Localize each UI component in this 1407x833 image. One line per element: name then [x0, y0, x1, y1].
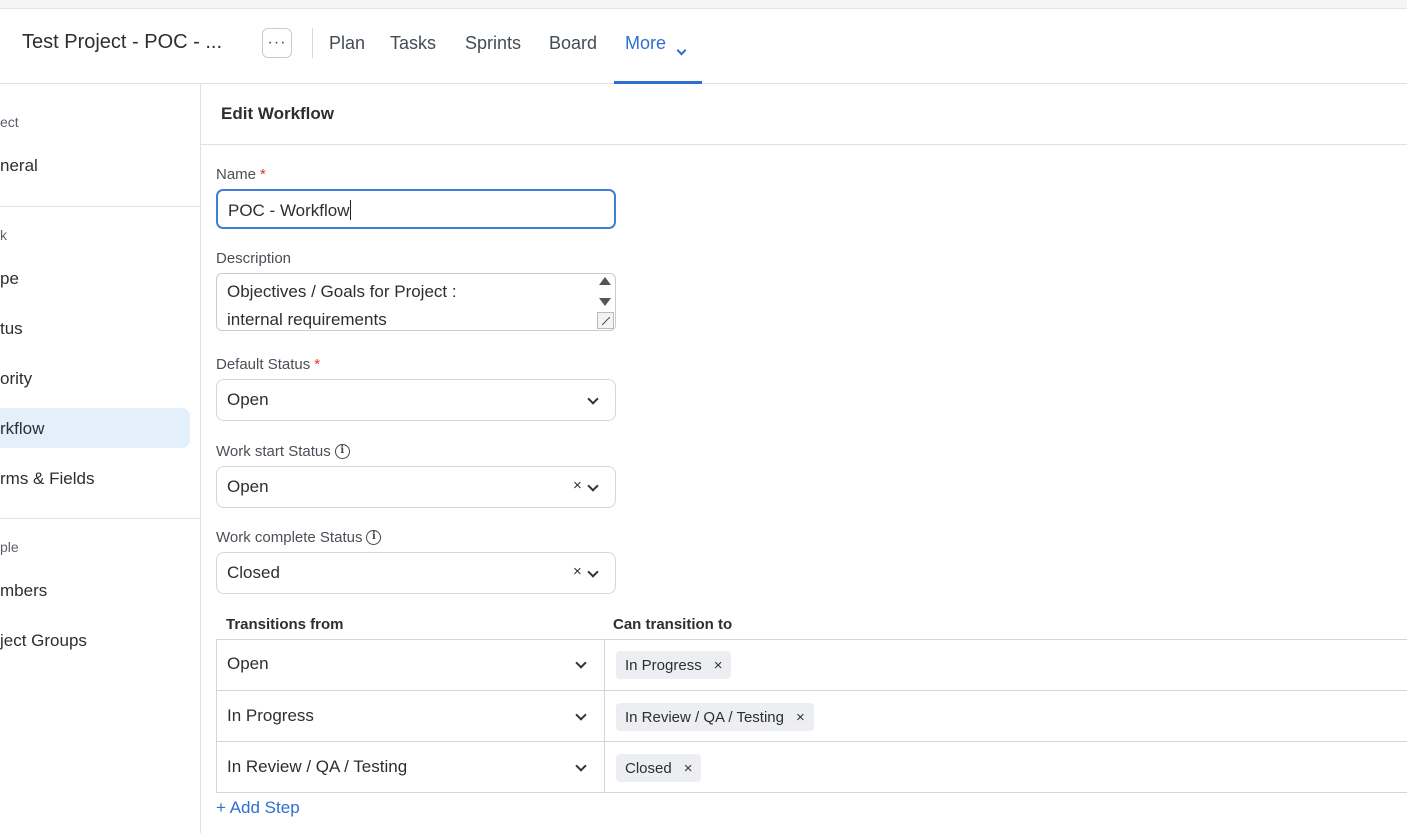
text-caret [349, 200, 351, 220]
work-complete-status-label-text: Work complete Status [216, 529, 363, 546]
work-start-status-value: Open [227, 477, 269, 496]
work-complete-status-label: Work complete Status i [216, 529, 382, 546]
sidebar-divider [0, 206, 201, 207]
sidebar-item-project-groups[interactable]: ject Groups [0, 631, 87, 651]
tag-label: Closed [625, 759, 672, 777]
remove-tag-icon[interactable]: × [796, 709, 805, 726]
active-tab-indicator [614, 81, 702, 84]
nav-tab-more-label: More [625, 33, 667, 53]
description-line: Objectives / Goals for Project : [227, 282, 457, 301]
description-textarea[interactable]: Objectives / Goals for Project : interna… [216, 273, 616, 331]
required-marker: * [314, 356, 321, 373]
nav-tab-more[interactable]: More [625, 33, 666, 54]
project-options-button[interactable]: ··· [262, 28, 292, 58]
transition-from-select[interactable]: In Progress [227, 706, 314, 726]
tag-label: In Review / QA / Testing [625, 708, 784, 726]
clear-icon[interactable]: × [573, 563, 582, 580]
default-status-select[interactable]: Open [216, 379, 616, 421]
transition-to-tag: In Review / QA / Testing × [616, 703, 814, 731]
sidebar-section-project: ect [0, 114, 19, 130]
sidebar-section-task: k [0, 227, 7, 243]
work-complete-status-select[interactable]: Closed [216, 552, 616, 594]
transition-from-select[interactable]: Open [227, 654, 269, 674]
settings-sidebar: ect neral k pe tus ority rkflow rms & Fi… [0, 84, 201, 833]
work-complete-status-value: Closed [227, 563, 280, 582]
nav-tab-sprints[interactable]: Sprints [465, 33, 521, 54]
page-title: Edit Workflow [221, 104, 335, 123]
scroll-down-arrow-icon[interactable] [599, 298, 611, 306]
project-header: Test Project - POC - ... ··· Plan Tasks … [0, 9, 1407, 84]
sidebar-item-forms-fields[interactable]: rms & Fields [0, 469, 94, 489]
work-start-status-label-text: Work start Status [216, 443, 331, 460]
sidebar-divider [0, 518, 201, 519]
sidebar-item-status[interactable]: tus [0, 319, 23, 339]
add-step-button[interactable]: + Add Step [216, 798, 300, 818]
default-status-value: Open [227, 390, 269, 409]
info-icon[interactable]: i [366, 530, 382, 545]
name-input-value: POC - Workflow [228, 201, 350, 220]
name-label: Name * [216, 166, 266, 183]
clear-icon[interactable]: × [573, 477, 582, 494]
project-title[interactable]: Test Project - POC - ... [22, 31, 222, 54]
transitions-from-header: Transitions from [226, 616, 344, 633]
title-divider [201, 144, 1407, 145]
can-transition-to-header: Can transition to [613, 616, 733, 633]
remove-tag-icon[interactable]: × [714, 657, 723, 674]
default-status-label: Default Status * [216, 356, 320, 373]
table-column-divider [604, 639, 605, 793]
sidebar-item-members[interactable]: mbers [0, 581, 47, 601]
sidebar-item-type[interactable]: pe [0, 269, 19, 289]
sidebar-item-priority[interactable]: ority [0, 369, 32, 389]
transition-from-select[interactable]: In Review / QA / Testing [227, 757, 407, 777]
sidebar-item-general[interactable]: neral [0, 156, 38, 176]
sidebar-item-workflow[interactable]: rkflow [0, 419, 44, 439]
description-label: Description [216, 250, 292, 267]
transition-to-tag: In Progress × [616, 651, 732, 679]
description-line: internal requirements [227, 310, 387, 329]
chevron-down-icon [676, 45, 687, 56]
nav-tab-tasks[interactable]: Tasks [390, 33, 436, 54]
nav-tab-board[interactable]: Board [549, 33, 597, 54]
required-marker: * [260, 166, 266, 183]
browser-top-strip [0, 0, 1407, 9]
table-row-divider [216, 792, 1407, 793]
info-icon[interactable]: i [334, 444, 350, 459]
tag-label: In Progress [625, 656, 702, 674]
default-status-label-text: Default Status [216, 356, 311, 373]
sidebar-section-people: ple [0, 539, 19, 555]
table-row-divider [216, 690, 1407, 691]
name-input[interactable]: POC - Workflow [216, 189, 616, 229]
ellipsis-icon: ··· [267, 34, 287, 51]
table-row-divider [216, 741, 1407, 742]
name-label-text: Name [216, 166, 257, 183]
transition-to-tag: Closed × [616, 754, 702, 782]
resize-handle-icon[interactable] [597, 312, 614, 329]
work-start-status-label: Work start Status i [216, 443, 350, 460]
scroll-up-arrow-icon[interactable] [599, 277, 611, 285]
remove-tag-icon[interactable]: × [684, 760, 693, 777]
header-divider [312, 28, 313, 58]
nav-tab-plan[interactable]: Plan [329, 33, 365, 54]
work-start-status-select[interactable]: Open [216, 466, 616, 508]
